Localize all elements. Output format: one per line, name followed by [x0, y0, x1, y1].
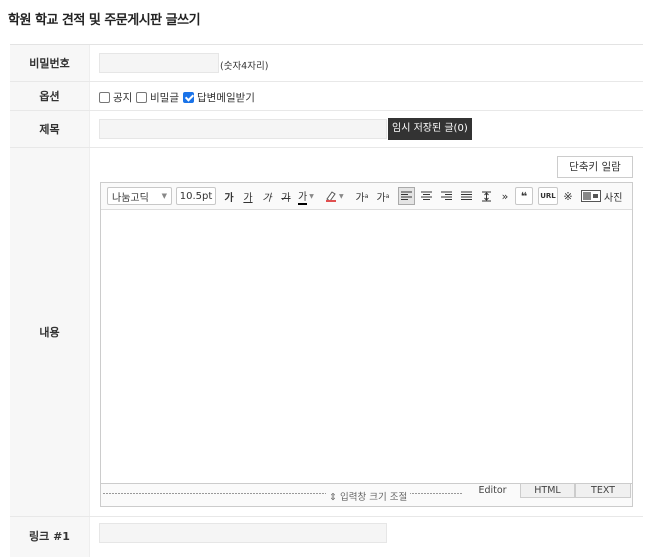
font-size-value: 10.5pt — [179, 190, 213, 202]
superscript-mark: a — [364, 192, 369, 200]
more-button[interactable]: » — [499, 187, 511, 205]
resize-handle[interactable]: ⇕ 입력창 크기 조절 — [326, 489, 411, 503]
editor-statusbar: ⇕ 입력창 크기 조절 Editor HTML TEXT — [101, 483, 632, 506]
font-color-glyph: 가 — [298, 188, 308, 205]
options-label: 옵션 — [10, 82, 90, 110]
subject-input[interactable] — [99, 119, 387, 139]
subject-label: 제목 — [10, 111, 90, 147]
bg-color-button[interactable]: ▼ — [325, 187, 349, 205]
line-height-icon — [481, 191, 491, 201]
strikethrough-button[interactable]: 가 — [278, 187, 294, 205]
rich-text-editor: 나눔고딕 ▼ 10.5pt 가 가 가 가 가 ▼ ▼ 가 a 가 a » ❝ … — [100, 182, 633, 507]
align-left-icon — [401, 191, 412, 200]
font-color-button[interactable]: 가 ▼ — [298, 187, 320, 205]
reply-mail-checkbox[interactable] — [183, 92, 194, 103]
link-label: 링크 #1 — [10, 517, 90, 557]
tab-html[interactable]: HTML — [520, 484, 575, 498]
content-row: 내용 단축키 일람 나눔고딕 ▼ 10.5pt 가 가 가 가 가 ▼ ▼ 가 … — [10, 148, 643, 517]
special-char-button[interactable]: ※ — [561, 187, 575, 205]
photo-icon — [581, 190, 601, 202]
chevron-down-icon: ▼ — [309, 192, 314, 200]
tab-text[interactable]: TEXT — [575, 484, 631, 498]
align-justify-button[interactable] — [458, 187, 474, 205]
password-hint: (숫자4자리) — [220, 61, 269, 72]
content-label: 내용 — [10, 148, 90, 516]
password-label: 비밀번호 — [10, 45, 90, 81]
draft-button[interactable]: 임시 저장된 글(0) — [388, 118, 472, 140]
notice-option-label: 공지 — [113, 92, 133, 104]
underline-button[interactable]: 가 — [240, 187, 256, 205]
chevron-down-icon: ▼ — [161, 192, 167, 200]
shortcut-list-button[interactable]: 단축키 일람 — [557, 156, 633, 178]
line-height-button[interactable] — [478, 187, 494, 205]
quote-button[interactable]: ❝ — [515, 187, 533, 205]
align-left-button[interactable] — [398, 187, 415, 205]
notice-option[interactable]: 공지 — [99, 90, 132, 105]
font-family-value: 나눔고딕 — [112, 192, 149, 204]
tab-editor[interactable]: Editor — [465, 484, 520, 498]
password-row: 비밀번호 (숫자4자리) — [10, 45, 643, 82]
chevron-down-icon: ▼ — [339, 192, 344, 200]
editor-toolbar: 나눔고딕 ▼ 10.5pt 가 가 가 가 가 ▼ ▼ 가 a 가 a » ❝ … — [101, 183, 632, 210]
italic-button[interactable]: 가 — [259, 187, 275, 205]
write-form: 비밀번호 (숫자4자리) 옵션 공지 비밀글 답변메일받기 제목 임시 저장된 … — [10, 44, 643, 557]
font-family-select[interactable]: 나눔고딕 ▼ — [107, 187, 172, 205]
link-button[interactable]: URL — [538, 187, 558, 205]
superscript-glyph: 가 — [355, 192, 365, 204]
subscript-glyph: 가 — [376, 192, 386, 204]
align-justify-icon — [460, 191, 472, 200]
photo-button[interactable]: 사진 — [581, 187, 633, 205]
subject-row: 제목 임시 저장된 글(0) — [10, 111, 643, 148]
photo-label: 사진 — [604, 192, 623, 204]
editor-content-area[interactable] — [101, 210, 632, 483]
align-center-icon — [420, 191, 432, 200]
page-title: 학원 학교 견적 및 주문게시판 글쓰기 — [8, 13, 201, 28]
highlighter-icon — [326, 191, 336, 202]
align-right-button[interactable] — [438, 187, 454, 205]
reply-mail-option[interactable]: 답변메일받기 — [183, 90, 255, 105]
secret-option[interactable]: 비밀글 — [136, 90, 179, 105]
options-row: 옵션 공지 비밀글 답변메일받기 — [10, 82, 643, 111]
secret-checkbox[interactable] — [136, 92, 147, 103]
subscript-button[interactable]: 가a — [374, 187, 392, 205]
notice-checkbox[interactable] — [99, 92, 110, 103]
link-row: 링크 #1 — [10, 517, 643, 557]
font-size-select[interactable]: 10.5pt — [176, 187, 216, 205]
align-right-icon — [440, 191, 452, 200]
secret-option-label: 비밀글 — [150, 92, 179, 104]
superscript-button[interactable]: 가a — [353, 187, 371, 205]
subscript-mark: a — [385, 192, 390, 200]
link-input[interactable] — [99, 523, 387, 543]
bold-button[interactable]: 가 — [221, 187, 237, 205]
align-center-button[interactable] — [418, 187, 434, 205]
password-input[interactable] — [99, 53, 219, 73]
reply-mail-option-label: 답변메일받기 — [197, 92, 255, 104]
